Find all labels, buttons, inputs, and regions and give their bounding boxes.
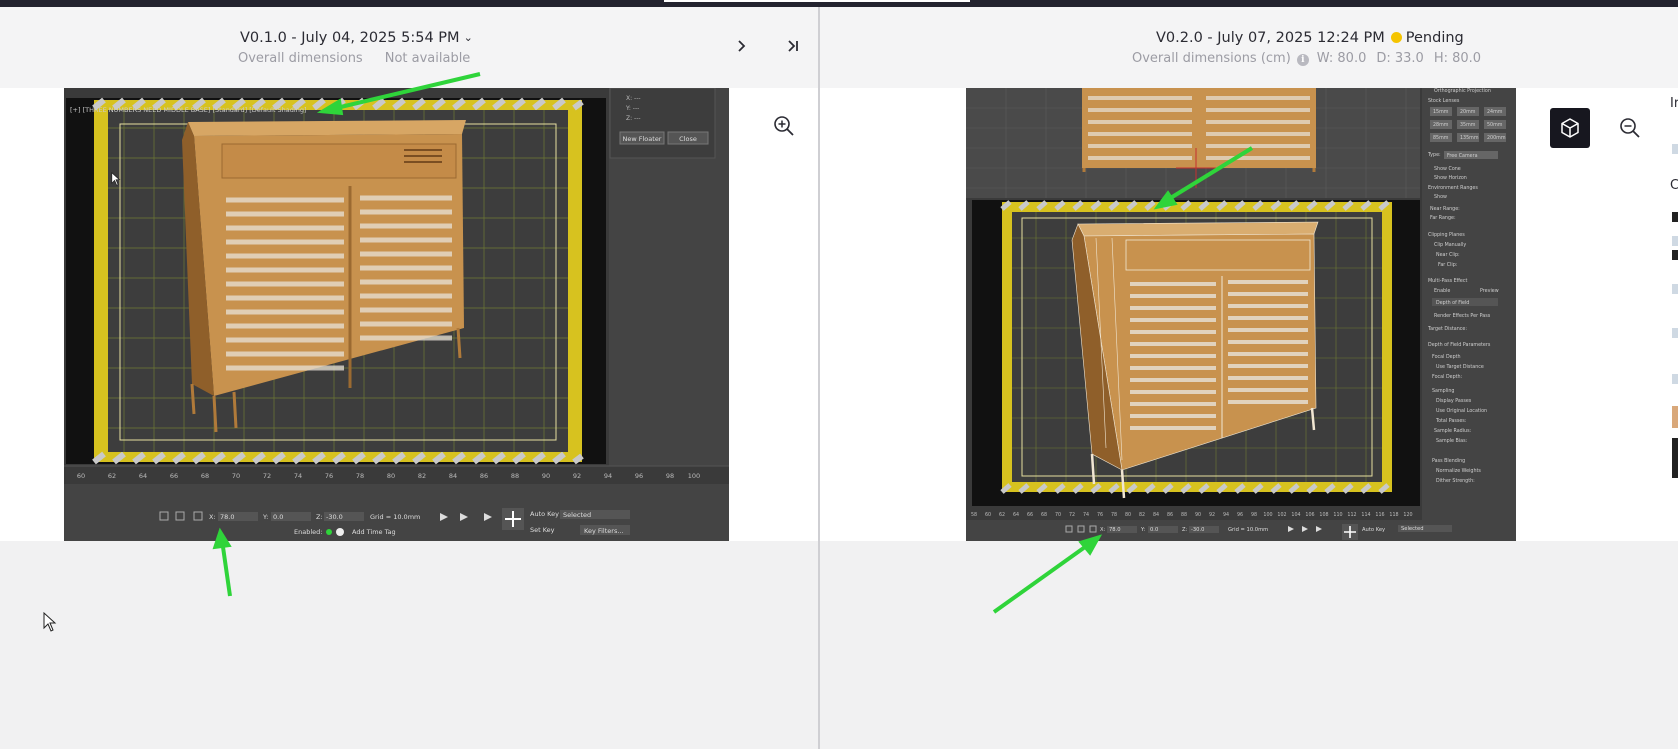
annotation-overlay <box>212 72 1254 614</box>
mouse-cursor-icon <box>111 172 121 186</box>
annotation-arrow <box>992 534 1103 614</box>
annotation-arrow <box>1153 146 1254 210</box>
annotation-arrow <box>212 527 232 597</box>
mouse-cursor-icon <box>43 612 57 632</box>
annotation-arrow <box>316 72 481 116</box>
